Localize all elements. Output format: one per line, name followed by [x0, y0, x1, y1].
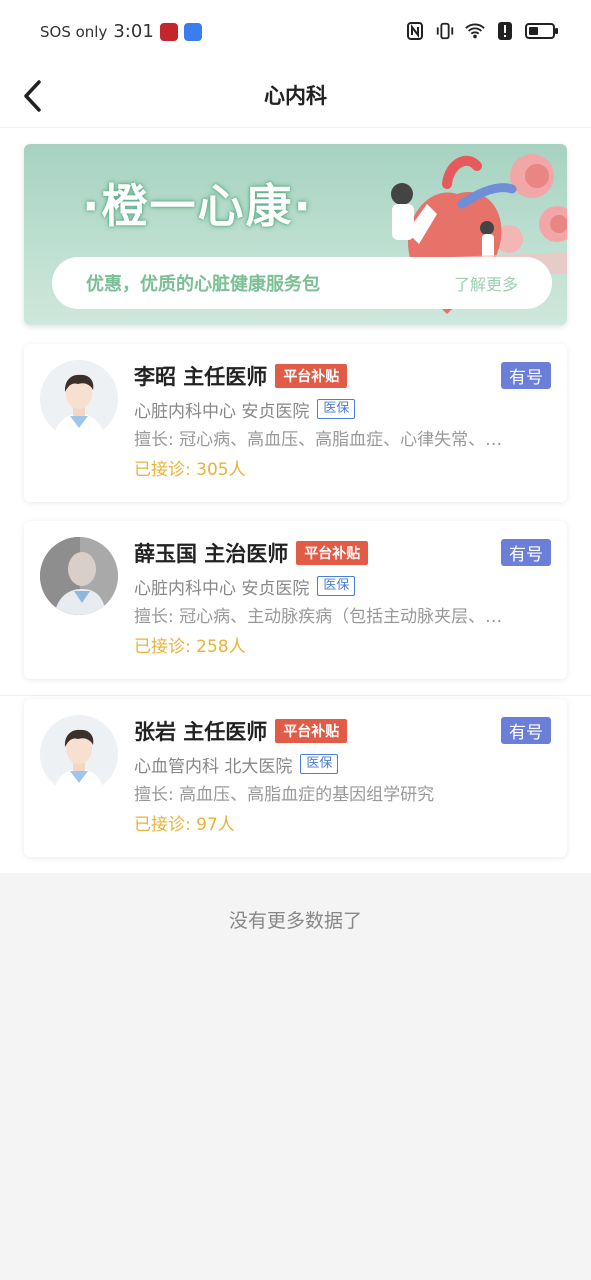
alert-icon — [495, 20, 515, 42]
learn-more-link[interactable]: 了解更多 — [454, 271, 518, 295]
subsidy-badge: 平台补贴 — [296, 541, 369, 565]
specialty-text: 擅长: 冠心病、主动脉疾病（包括主动脉夹层、… — [134, 607, 503, 627]
doctor-info: 张岩 主任医师 平台补贴 有号 心血管内科 北大医院 医保 擅长: 高血压、高脂… — [134, 715, 551, 839]
doctor-avatar — [40, 537, 118, 615]
subsidy-badge: 平台补贴 — [275, 364, 348, 388]
banner-pill[interactable]: 优惠，优质的心脏健康服务包 了解更多 — [52, 257, 552, 309]
doctor-card[interactable]: 张岩 主任医师 平台补贴 有号 心血管内科 北大医院 医保 擅长: 高血压、高脂… — [24, 699, 567, 857]
department-text: 心脏内科中心 安贞医院 — [134, 578, 310, 599]
doctor-avatar — [40, 715, 118, 793]
availability-badge: 有号 — [501, 539, 551, 566]
doctor-info: 薛玉国 主治医师 平台补贴 有号 心脏内科中心 安贞医院 医保 擅长: 冠心病、… — [134, 537, 551, 661]
doctor-name: 张岩 主任医师 — [134, 720, 268, 744]
availability-badge: 有号 — [501, 362, 551, 389]
doctor-avatar — [40, 360, 118, 438]
insurance-badge: 医保 — [300, 754, 339, 774]
app-notification-icon — [183, 22, 202, 41]
doctor-card[interactable]: 薛玉国 主治医师 平台补贴 有号 心脏内科中心 安贞医院 医保 擅长: 冠心病、… — [24, 521, 567, 679]
availability-badge: 有号 — [501, 717, 551, 744]
app-notification-icon — [159, 22, 178, 41]
wifi-icon — [465, 20, 485, 42]
carrier-text: SOS only — [40, 22, 108, 41]
specialty-text: 擅长: 冠心病、高血压、高脂血症、心律失常、… — [134, 430, 503, 450]
nfc-icon — [405, 20, 425, 42]
content-panel: ·橙一心康· 优惠，优质的心脏健康服务包 了解更多 李昭 主任医师 平台补贴 有… — [0, 128, 591, 873]
doctor-card[interactable]: 李昭 主任医师 平台补贴 有号 心脏内科中心 安贞医院 医保 擅长: 冠心病、高… — [24, 344, 567, 502]
banner-promo-text: 优惠，优质的心脏健康服务包 — [86, 274, 320, 295]
no-more-data-text: 没有更多数据了 — [228, 910, 362, 932]
visits-count: 已接诊: 258人 — [134, 637, 246, 657]
doctor-name: 薛玉国 主治医师 — [134, 542, 289, 566]
banner-title: ·橙一心康· — [82, 179, 313, 233]
vibrate-icon — [435, 20, 455, 42]
doctor-name: 李昭 主任医师 — [134, 365, 268, 389]
subsidy-badge: 平台补贴 — [275, 719, 348, 743]
specialty-text: 擅长: 高血压、高脂血症的基因组学研究 — [134, 785, 435, 805]
insurance-badge: 医保 — [317, 576, 356, 596]
visits-count: 已接诊: 97人 — [134, 815, 235, 835]
department-text: 心脏内科中心 安贞医院 — [134, 401, 310, 422]
battery-icon — [525, 23, 558, 39]
department-text: 心血管内科 北大医院 — [134, 756, 293, 777]
doctor-info: 李昭 主任医师 平台补贴 有号 心脏内科中心 安贞医院 医保 擅长: 冠心病、高… — [134, 360, 551, 484]
clock: 3:01 — [113, 21, 154, 42]
status-left: SOS only 3:01 — [40, 21, 202, 42]
page-title: 心内科 — [264, 84, 327, 108]
insurance-badge: 医保 — [317, 399, 356, 419]
status-right — [405, 20, 558, 42]
status-bar: SOS only 3:01 — [0, 0, 591, 66]
promo-banner[interactable]: ·橙一心康· 优惠，优质的心脏健康服务包 了解更多 — [24, 144, 567, 325]
visits-count: 已接诊: 305人 — [134, 460, 246, 480]
divider — [0, 695, 591, 696]
nav-bar: 心内科 — [0, 66, 591, 128]
